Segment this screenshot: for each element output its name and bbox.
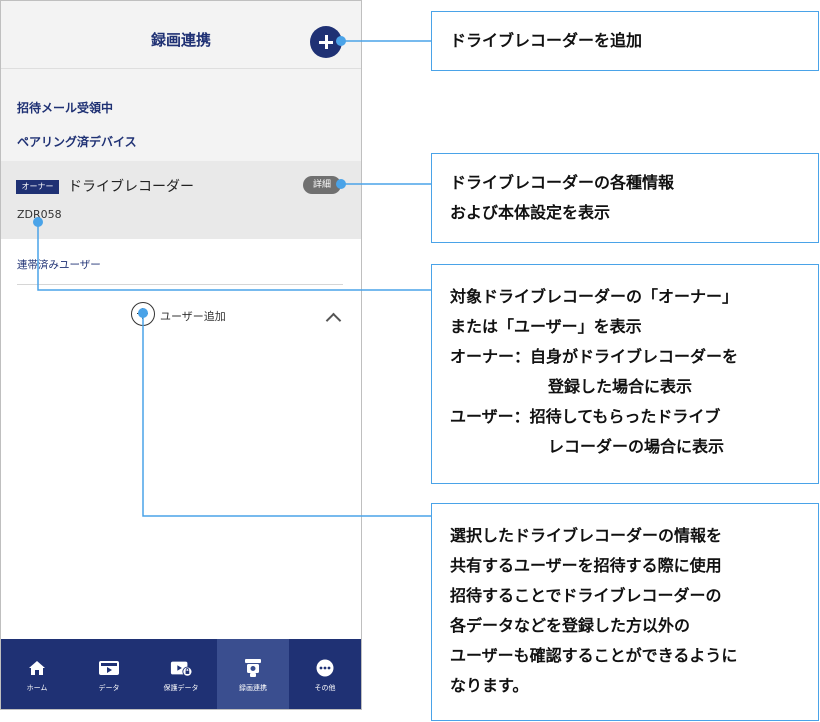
detail-button[interactable]: 詳細 (303, 176, 341, 194)
nav-label-data: データ (98, 684, 120, 692)
nav-label-protected-data: 保護データ (163, 684, 199, 692)
page-title: 録画連携 (150, 31, 211, 49)
annotation-line: ユーザーも確認することができるように (450, 646, 738, 665)
annotation-line: または「ユーザー」を表示 (450, 317, 642, 336)
annotation-recorder-info: ドライブレコーダーの各種情報 および本体設定を表示 (431, 153, 819, 243)
divider (17, 284, 343, 285)
nav-label-more: その他 (314, 684, 336, 692)
protected-data-icon (170, 659, 192, 677)
app-header: 録画連携 (1, 1, 361, 69)
annotation-role: 対象ドライブレコーダーの「オーナー」 または「ユーザー」を表示 オーナー：自身が… (431, 264, 819, 484)
linked-users-panel (1, 239, 361, 639)
nav-item-recording-link[interactable]: 録画連携 (217, 639, 289, 709)
add-recorder-button[interactable] (310, 26, 342, 58)
data-icon (98, 659, 120, 677)
annotation-add-recorder: ドライブレコーダーを追加 (431, 11, 819, 71)
device-id: ZDR058 (17, 208, 62, 221)
bottom-nav: ホーム データ 保護データ 録画連携 その他 (1, 639, 361, 709)
annotation-line: および本体設定を表示 (450, 203, 611, 222)
annotation-invite: 選択したドライブレコーダーの情報を 共有するユーザーを招待する際に使用 招待する… (431, 503, 819, 721)
annotation-line: ユーザー：招待してもらったドライブ (450, 407, 721, 426)
annotation-line: 対象ドライブレコーダーの「オーナー」 (450, 287, 739, 306)
home-icon (26, 659, 48, 677)
nav-item-more[interactable]: その他 (289, 639, 361, 709)
nav-item-protected-data[interactable]: 保護データ (145, 639, 217, 709)
nav-label-home: ホーム (26, 684, 48, 692)
annotation-line: 各データなどを登録した方以外の (450, 616, 691, 635)
add-user-label[interactable]: ユーザー追加 (160, 308, 226, 324)
paired-devices-label: ペアリング済デバイス (17, 135, 137, 149)
annotation-line: ドライブレコーダーを追加 (450, 31, 643, 50)
nav-item-data[interactable]: データ (73, 639, 145, 709)
phone-screen: 録画連携 招待メール受領中 ペアリング済デバイス オーナー ドライブレコーダー … (0, 0, 362, 710)
nav-item-home[interactable]: ホーム (1, 639, 73, 709)
annotation-line: 招待することでドライブレコーダーの (450, 586, 722, 605)
annotation-line: 登録した場合に表示 (548, 377, 693, 396)
annotation-line: なります。 (450, 676, 529, 695)
recording-link-icon (242, 659, 264, 677)
device-name: ドライブレコーダー (68, 179, 194, 195)
annotation-line: 選択したドライブレコーダーの情報を (450, 526, 723, 545)
annotation-line: オーナー：自身がドライブレコーダーを (450, 347, 739, 366)
owner-badge: オーナー (16, 180, 59, 194)
nav-label-recording-link: 録画連携 (239, 684, 267, 692)
linked-users-label: 連帯済みユーザー (17, 259, 101, 271)
annotation-line: 共有するユーザーを招待する際に使用 (450, 556, 722, 575)
annotation-line: ドライブレコーダーの各種情報 (450, 173, 675, 192)
more-icon (314, 659, 336, 677)
annotation-line: レコーダーの場合に表示 (548, 437, 725, 456)
add-user-icon[interactable] (131, 302, 155, 326)
device-card[interactable] (1, 161, 361, 239)
invite-received-label: 招待メール受領中 (17, 101, 114, 115)
